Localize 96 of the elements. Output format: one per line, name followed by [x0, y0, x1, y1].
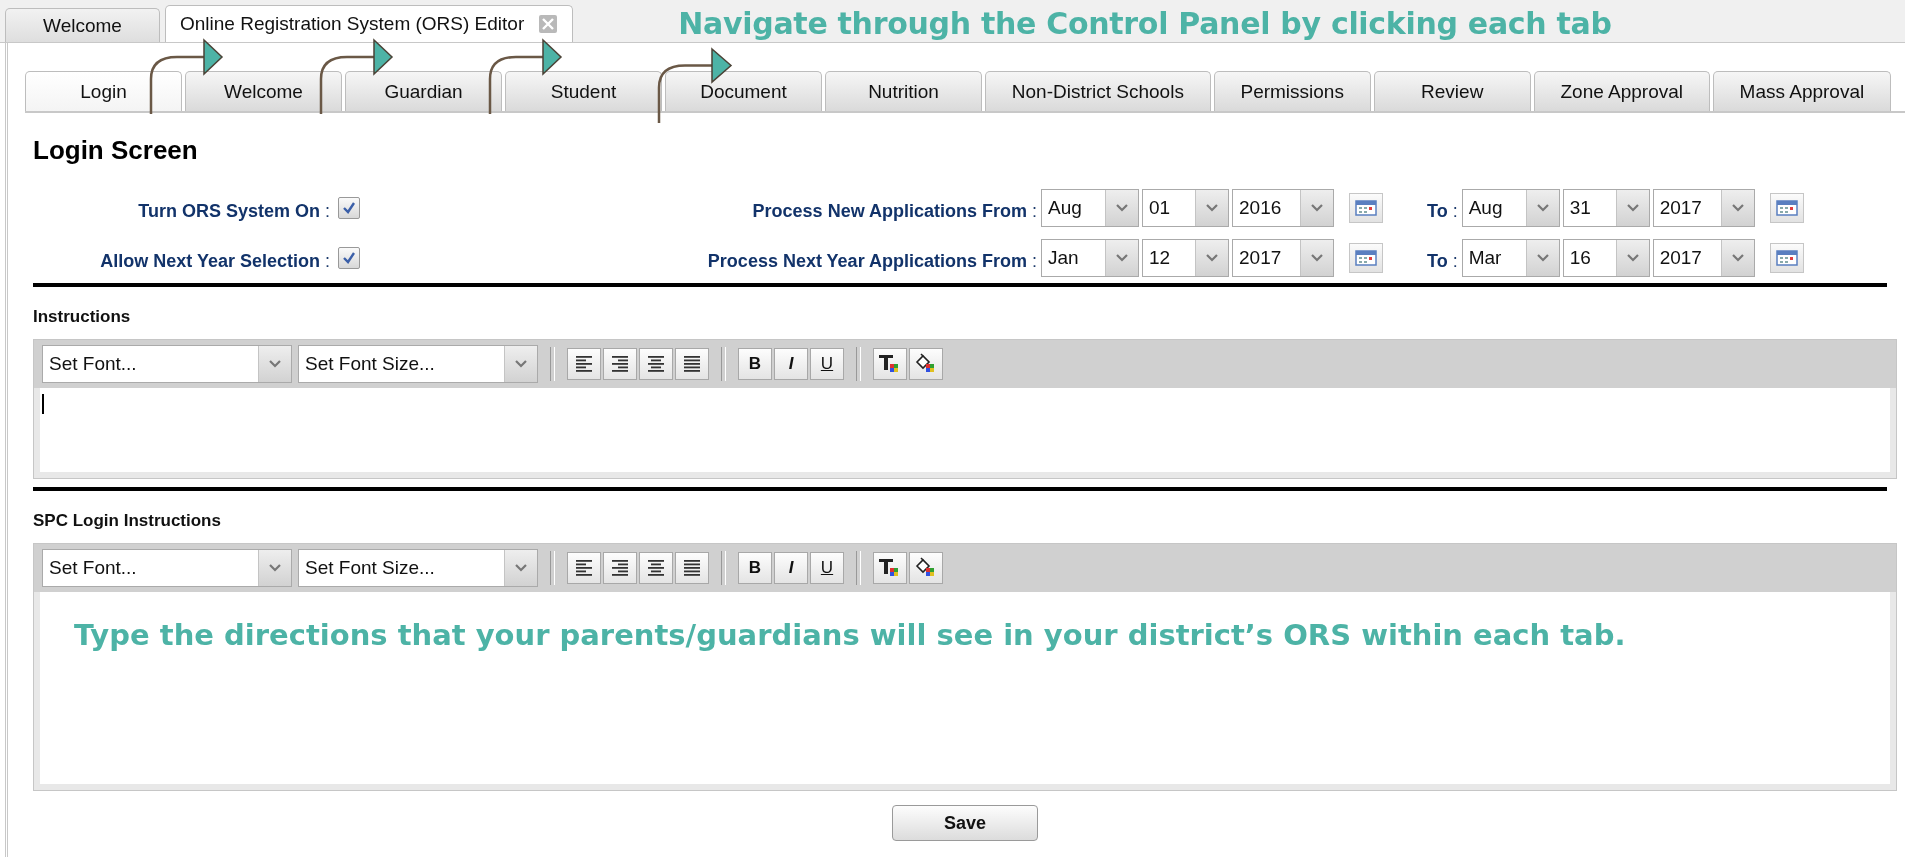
tab[interactable]: Document [665, 71, 822, 111]
field-label: To : [1427, 250, 1458, 272]
align-center-button[interactable] [639, 552, 673, 584]
chevron-down-icon [1535, 253, 1550, 263]
chevron-down-icon [1205, 203, 1219, 213]
justify-icon [682, 354, 702, 374]
align-center-icon [646, 354, 666, 374]
tab[interactable]: Mass Approval [1712, 71, 1891, 111]
field-label: Process Next Year Applications From : [706, 249, 1037, 272]
justify-icon [682, 558, 702, 578]
calendar-icon [1355, 200, 1377, 216]
annotation-text: Type the directions that your parents/guardians will see in your district’s ORS within each tab. [74, 617, 1627, 654]
save-button[interactable]: Save [892, 805, 1038, 841]
dropdown[interactable]: Set Font... [42, 549, 292, 587]
align-center-icon [646, 558, 666, 578]
align-left-button[interactable] [567, 348, 601, 380]
field-label: To : [1427, 200, 1458, 222]
text-color-button[interactable] [873, 348, 907, 380]
section-label: Instructions [33, 307, 132, 327]
chevron-down-icon [1730, 203, 1745, 213]
dropdown[interactable]: 2017 [1652, 189, 1755, 227]
tab[interactable]: Zone Approval [1533, 71, 1710, 111]
align-left-button[interactable] [567, 552, 601, 584]
calendar-icon [1775, 250, 1798, 266]
check-icon [342, 201, 356, 215]
dropdown[interactable]: Set Font Size... [298, 549, 538, 587]
dropdown[interactable]: 31 [1562, 189, 1650, 227]
calendar-button[interactable] [1349, 243, 1383, 273]
tab[interactable]: Review [1373, 71, 1531, 111]
italic-button[interactable]: I [774, 552, 808, 584]
dropdown[interactable]: 16 [1562, 239, 1650, 277]
text-color-button[interactable] [873, 552, 907, 584]
calendar-button[interactable] [1349, 193, 1383, 223]
calendar-icon [1355, 250, 1377, 266]
text-cursor [42, 394, 44, 414]
dropdown[interactable]: 2017 [1652, 239, 1755, 277]
dropdown[interactable]: 2016 [1232, 189, 1334, 227]
tab[interactable]: Welcome [185, 71, 342, 111]
tab[interactable]: Permissions [1213, 71, 1371, 111]
align-right-icon [610, 558, 630, 578]
tab[interactable]: Student [505, 71, 662, 111]
fill-color-button[interactable] [909, 348, 943, 380]
tab[interactable]: Welcome [5, 8, 160, 42]
chevron-down-icon [1625, 203, 1640, 213]
dropdown[interactable]: 2017 [1232, 239, 1334, 277]
chevron-down-icon [1310, 203, 1324, 213]
tab[interactable]: Non-District Schools [985, 71, 1211, 111]
bold-button[interactable]: B [738, 348, 772, 380]
dropdown[interactable]: Set Font Size... [298, 345, 538, 383]
chevron-down-icon [268, 563, 282, 573]
tab[interactable]: Online Registration System (ORS) Editor [165, 5, 574, 42]
field-label: Allow Next Year Selection : [99, 249, 330, 272]
calendar-button[interactable] [1769, 243, 1804, 273]
chevron-down-icon [268, 359, 282, 369]
chevron-down-icon [514, 359, 528, 369]
chevron-down-icon [1625, 253, 1640, 263]
align-right-button[interactable] [603, 348, 637, 380]
dropdown[interactable]: 01 [1142, 189, 1229, 227]
align-right-icon [610, 354, 630, 374]
justify-button[interactable] [675, 348, 709, 380]
chevron-down-icon [1115, 253, 1129, 263]
align-left-icon [574, 354, 594, 374]
dropdown[interactable]: Mar [1461, 239, 1560, 277]
chevron-down-icon [1535, 203, 1550, 213]
dropdown[interactable]: Jan [1041, 239, 1139, 277]
chevron-down-icon [1730, 253, 1745, 263]
italic-button[interactable]: I [774, 348, 808, 380]
section-label: SPC Login Instructions [33, 511, 222, 531]
check-icon [342, 251, 356, 265]
align-left-icon [574, 558, 594, 578]
calendar-button[interactable] [1769, 193, 1804, 223]
annotation-text: Navigate through the Control Panel by clicking each tab [678, 4, 1612, 41]
chevron-down-icon [1115, 203, 1129, 213]
align-right-button[interactable] [603, 552, 637, 584]
fill-color-button[interactable] [909, 552, 943, 584]
tab[interactable]: Guardian [345, 71, 502, 111]
align-center-button[interactable] [639, 348, 673, 380]
dropdown[interactable]: Aug [1461, 189, 1560, 227]
field-label: Process New Applications From : [751, 199, 1037, 222]
calendar-icon [1775, 200, 1798, 216]
underline-button[interactable]: U [810, 552, 844, 584]
justify-button[interactable] [675, 552, 709, 584]
chevron-down-icon [514, 563, 528, 573]
checkbox[interactable] [338, 247, 360, 269]
underline-button[interactable]: U [810, 348, 844, 380]
dropdown[interactable]: Aug [1041, 189, 1139, 227]
dropdown[interactable]: 12 [1142, 239, 1229, 277]
bold-button[interactable]: B [738, 552, 772, 584]
chevron-down-icon [1310, 253, 1324, 263]
chevron-down-icon [1205, 253, 1219, 263]
tab[interactable]: Nutrition [825, 71, 982, 111]
page-heading: Login Screen [33, 135, 199, 165]
dropdown[interactable]: Set Font... [42, 345, 292, 383]
checkbox[interactable] [338, 197, 360, 219]
tab[interactable]: Login [25, 71, 182, 111]
field-label: Turn ORS System On : [137, 199, 330, 222]
